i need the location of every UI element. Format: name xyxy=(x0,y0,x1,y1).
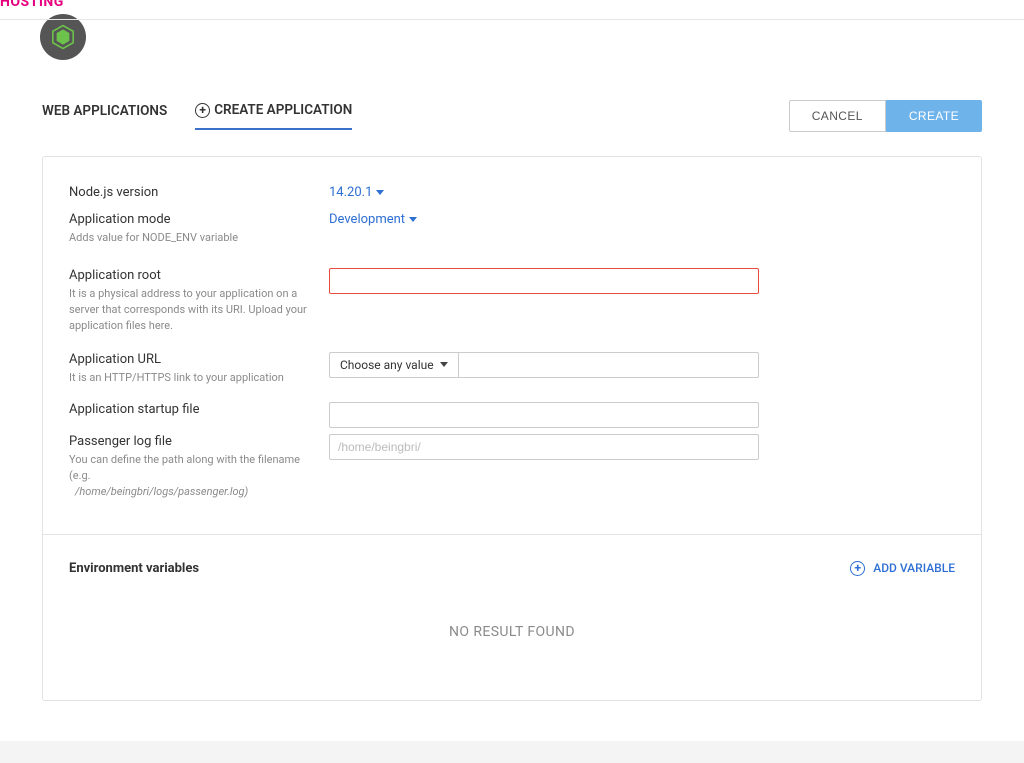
startup-file-input[interactable] xyxy=(329,402,759,428)
brand-logo: HOSTING xyxy=(0,0,64,10)
app-url-help: It is an HTTP/HTTPS link to your applica… xyxy=(69,370,313,386)
log-file-label: Passenger log file xyxy=(69,434,313,449)
node-version-value: 14.20.1 xyxy=(329,185,372,200)
log-file-help: You can define the path along with the f… xyxy=(69,452,313,500)
app-root-input[interactable] xyxy=(329,268,759,294)
plus-circle-icon: + xyxy=(850,561,865,576)
app-url-label: Application URL xyxy=(69,352,313,367)
app-mode-label: Application mode xyxy=(69,212,313,227)
app-mode-select[interactable]: Development xyxy=(329,212,417,227)
env-empty-state: NO RESULT FOUND xyxy=(69,624,955,640)
plus-circle-icon: + xyxy=(195,103,210,118)
form-panel: Node.js version 14.20.1 Application mode… xyxy=(42,156,982,701)
tab-create-application[interactable]: + CREATE APPLICATION xyxy=(195,102,352,130)
log-file-input[interactable] xyxy=(329,434,759,460)
chevron-down-icon xyxy=(376,190,384,195)
node-version-select[interactable]: 14.20.1 xyxy=(329,185,384,200)
tab-label: WEB APPLICATIONS xyxy=(42,103,167,119)
node-version-label: Node.js version xyxy=(69,185,313,200)
tab-bar: WEB APPLICATIONS + CREATE APPLICATION xyxy=(42,102,352,130)
app-root-label: Application root xyxy=(69,268,313,283)
add-variable-label: ADD VARIABLE xyxy=(873,561,955,575)
add-variable-button[interactable]: + ADD VARIABLE xyxy=(850,561,955,576)
chevron-down-icon xyxy=(440,362,448,367)
app-mode-help: Adds value for NODE_ENV variable xyxy=(69,230,313,246)
env-vars-title: Environment variables xyxy=(69,561,199,576)
app-mode-value: Development xyxy=(329,212,405,227)
create-button[interactable]: CREATE xyxy=(886,100,982,132)
tab-web-applications[interactable]: WEB APPLICATIONS xyxy=(42,102,167,130)
action-buttons: CANCEL CREATE xyxy=(789,100,982,132)
footer xyxy=(0,741,1024,763)
tab-label: CREATE APPLICATION xyxy=(214,102,352,118)
chevron-down-icon xyxy=(409,217,417,222)
app-root-help: It is a physical address to your applica… xyxy=(69,286,313,334)
app-url-scheme-select[interactable]: Choose any value xyxy=(329,352,459,378)
cancel-button[interactable]: CANCEL xyxy=(789,100,886,132)
app-avatar xyxy=(40,14,86,60)
app-url-input[interactable] xyxy=(459,352,759,378)
nodejs-icon xyxy=(49,23,77,51)
startup-file-label: Application startup file xyxy=(69,402,313,417)
app-url-scheme-value: Choose any value xyxy=(340,358,434,372)
